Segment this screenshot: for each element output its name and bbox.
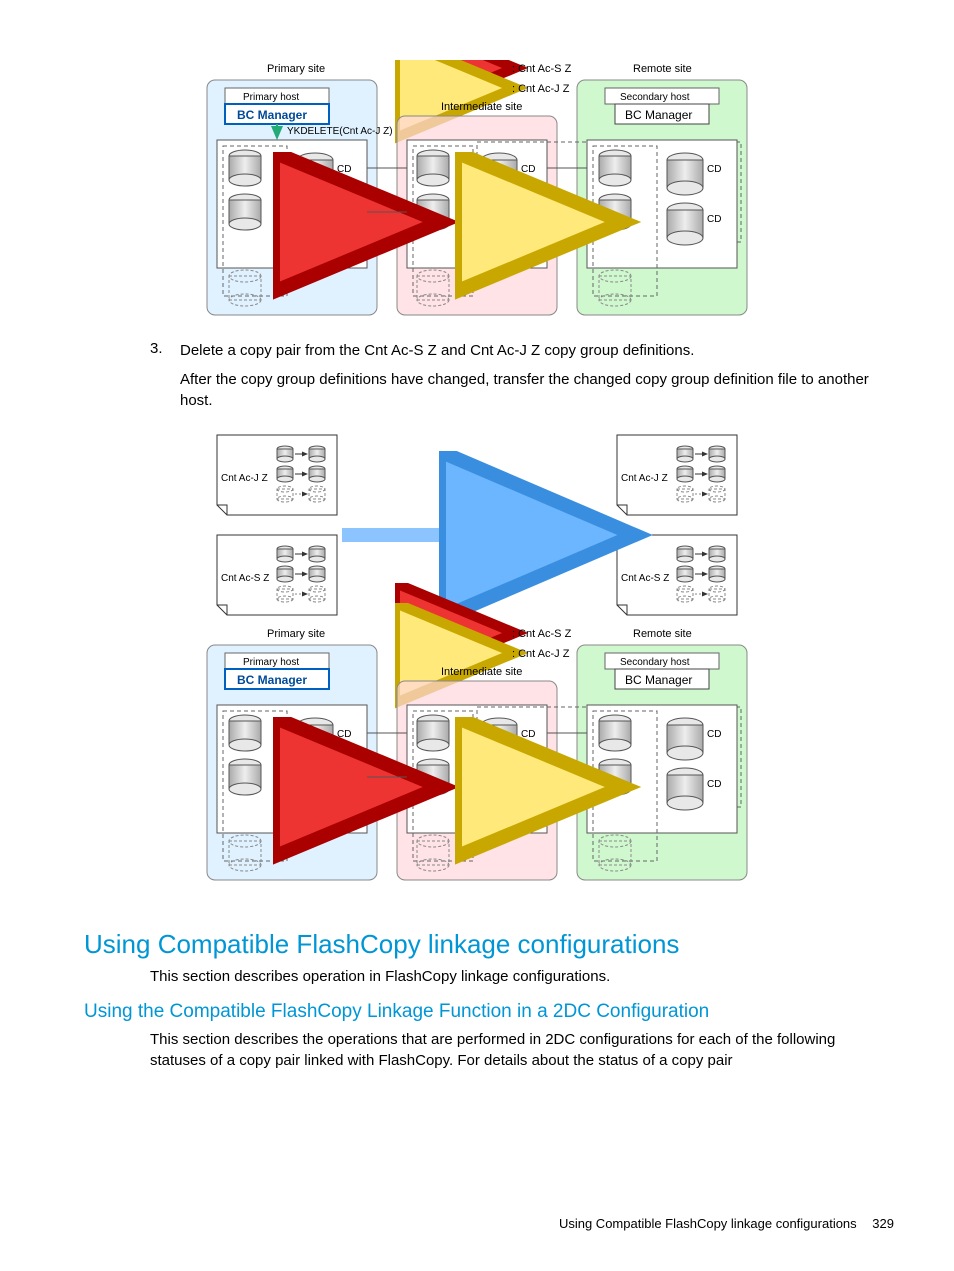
svg-text:: Cnt Ac-J Z: : Cnt Ac-J Z — [512, 648, 570, 660]
page-footer: Using Compatible FlashCopy linkage confi… — [559, 1216, 894, 1231]
intermediate-label: Intermediate site — [441, 101, 522, 113]
step-follow-text: After the copy group definitions have ch… — [180, 369, 894, 411]
svg-text:CD: CD — [337, 729, 351, 740]
svg-text:CD: CD — [707, 779, 721, 790]
copy-label: Copy — [469, 516, 495, 528]
doc-cnt-acj-right: Cnt Ac-J Z — [617, 435, 737, 515]
svg-text:Primary host: Primary host — [243, 657, 299, 668]
legend-s-label: : Cnt Ac-S Z — [512, 63, 572, 75]
section-heading-flashcopy: Using Compatible FlashCopy linkage confi… — [84, 929, 894, 960]
svg-text:Cnt Ac-S Z: Cnt Ac-S Z — [221, 573, 269, 584]
remote-site-label: Remote site — [633, 63, 692, 75]
step-text: Delete a copy pair from the Cnt Ac-S Z a… — [180, 340, 894, 361]
svg-text:CD: CD — [707, 214, 721, 225]
primary-site-label: Primary site — [267, 63, 325, 75]
legend-label: (Legend) — [407, 63, 451, 75]
svg-text:BC Manager: BC Manager — [625, 673, 692, 687]
svg-text:: Cnt Ac-S Z: : Cnt Ac-S Z — [512, 628, 572, 640]
bc-manager-secondary: BC Manager — [625, 108, 692, 122]
bc-manager-primary: BC Manager — [237, 108, 307, 122]
svg-text:Cnt Ac-J Z: Cnt Ac-J Z — [221, 473, 268, 484]
svg-text:Cnt Ac-S Z: Cnt Ac-S Z — [621, 573, 669, 584]
legend-j-label: : Cnt Ac-J Z — [512, 83, 570, 95]
svg-text:CD: CD — [337, 164, 351, 175]
ykdelete-label: YKDELETE(Cnt Ac-J Z) — [287, 126, 393, 137]
footer-page-number: 329 — [872, 1216, 894, 1231]
subsection-heading-2dc: Using the Compatible FlashCopy Linkage F… — [84, 1001, 894, 1023]
doc-cnt-acs-left: Cnt Ac-S Z — [217, 535, 337, 615]
svg-text:CD: CD — [521, 729, 535, 740]
footer-title: Using Compatible FlashCopy linkage confi… — [559, 1216, 857, 1231]
svg-text:Secondary host: Secondary host — [620, 657, 690, 668]
svg-text:CD: CD — [521, 164, 535, 175]
svg-text:CD: CD — [707, 164, 721, 175]
section-body-flashcopy: This section describes operation in Flas… — [150, 966, 894, 987]
primary-host-label: Primary host — [243, 92, 299, 103]
svg-text:Intermediate site: Intermediate site — [441, 666, 522, 678]
svg-text:Remote site: Remote site — [633, 628, 692, 640]
diagram-delete-pair: Primary site (Legend) : Cnt Ac-S Z : Cnt… — [197, 60, 757, 320]
svg-text:BC Manager: BC Manager — [237, 673, 307, 687]
step-3: 3. Delete a copy pair from the Cnt Ac-S … — [150, 340, 894, 361]
secondary-host-label: Secondary host — [620, 92, 690, 103]
svg-text:(Legend): (Legend) — [407, 628, 451, 640]
subsection-body-2dc: This section describes the operations th… — [150, 1029, 894, 1071]
step-number: 3. — [150, 340, 180, 361]
svg-text:Cnt Ac-J Z: Cnt Ac-J Z — [621, 473, 668, 484]
doc-cnt-acj-left: Cnt Ac-J Z — [217, 435, 337, 515]
svg-text:Primary site: Primary site — [267, 628, 325, 640]
doc-cnt-acs-right: Cnt Ac-S Z — [617, 535, 737, 615]
svg-text:CD: CD — [707, 729, 721, 740]
diagram-copy-definitions: Cnt Ac-J Z Cnt Ac-S Z — [197, 425, 757, 905]
